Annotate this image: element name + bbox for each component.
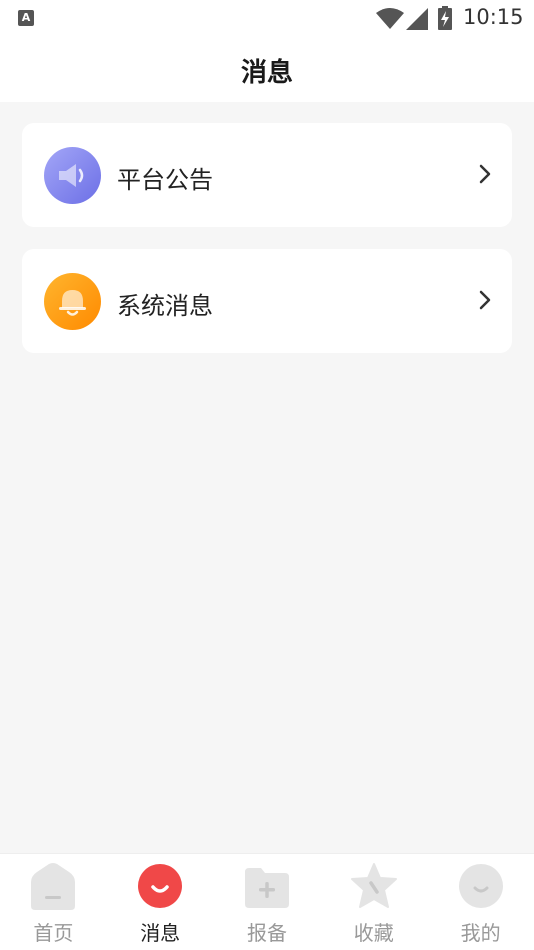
tab-favorites[interactable]: 收藏: [320, 854, 427, 950]
tab-profile-label: 我的: [460, 921, 501, 945]
tab-messages[interactable]: 消息: [107, 854, 214, 950]
chevron-right-icon: [479, 164, 491, 184]
tab-profile[interactable]: 我的: [427, 854, 534, 950]
star-icon: [350, 863, 397, 908]
bell-icon: [44, 273, 101, 330]
tab-report-label: 报备: [246, 921, 287, 945]
tab-messages-label: 消息: [140, 921, 181, 945]
folder-add-icon: [244, 868, 289, 908]
tab-report[interactable]: 报备: [214, 854, 321, 950]
tab-home-label: 首页: [33, 921, 74, 945]
app-notification-icon: A: [18, 10, 34, 26]
chevron-right-icon: [479, 290, 491, 310]
profile-icon: [458, 864, 503, 908]
home-icon: [31, 863, 76, 910]
status-bar: A 10:15: [0, 0, 534, 36]
status-time: 10:15: [463, 5, 524, 29]
message-icon: [138, 864, 183, 908]
platform-announcement-item[interactable]: 平台公告: [22, 123, 512, 227]
speaker-icon: [44, 147, 101, 204]
signal-icon: [406, 8, 428, 30]
tab-favorites-label: 收藏: [353, 921, 394, 945]
tab-home[interactable]: 首页: [0, 854, 107, 950]
system-message-label: 系统消息: [117, 292, 213, 320]
wifi-icon: [376, 8, 404, 29]
page-title: 消息: [240, 58, 293, 88]
system-message-item[interactable]: 系统消息: [22, 249, 512, 353]
page-header: 消息: [0, 36, 534, 102]
bottom-tab-bar: 首页 消息 报备 收藏 我的: [0, 853, 534, 950]
battery-icon: [438, 6, 452, 30]
platform-announcement-label: 平台公告: [117, 166, 213, 194]
